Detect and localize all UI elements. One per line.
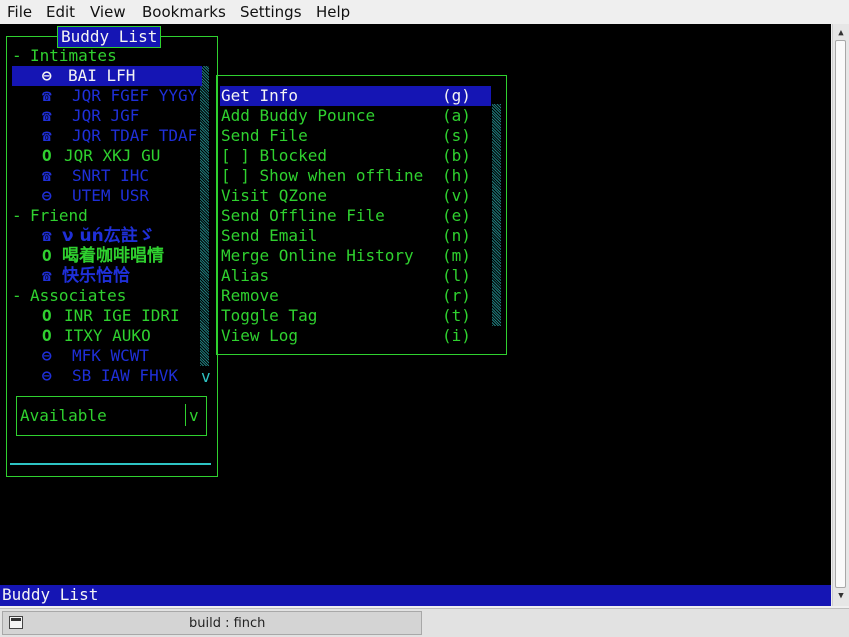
buddy-name: JQR JGF: [72, 106, 140, 125]
mobile-icon: ☎: [42, 266, 52, 285]
online-icon: O: [42, 326, 52, 345]
buddy-name: JQR XKJ GU: [64, 146, 161, 165]
menu-item-label[interactable]: Toggle Tag: [221, 306, 317, 326]
menu-item-view[interactable]: View: [90, 3, 126, 21]
buddy-name: MFK WCWT: [72, 346, 150, 365]
menu-item-shortcut: (i): [442, 326, 471, 345]
buddy-name: 快乐恰恰: [62, 266, 130, 286]
buddy-name: 喝着咖啡唱情: [62, 246, 164, 266]
menu-item-label[interactable]: Visit QZone: [221, 186, 327, 206]
menu-item-label[interactable]: Alias: [221, 266, 269, 286]
mobile-icon: ☎: [42, 226, 52, 245]
menu-item-label[interactable]: Send File: [221, 126, 308, 146]
buddy-name: ITXY AUKO: [64, 326, 151, 345]
menu-item-shortcut: (n): [442, 226, 471, 245]
away-icon: ⊖: [42, 346, 52, 365]
online-icon: O: [42, 146, 52, 165]
scroll-thumb[interactable]: [835, 40, 846, 588]
menu-item-label[interactable]: Merge Online History: [221, 246, 414, 266]
group-toggle-icon[interactable]: -: [12, 46, 22, 66]
menu-item-label[interactable]: View Log: [221, 326, 298, 346]
group-header[interactable]: Intimates: [30, 46, 117, 66]
context-menu-scrollbar[interactable]: [492, 104, 501, 326]
away-icon: ⊖: [42, 186, 52, 205]
menu-item-shortcut: (r): [442, 286, 471, 305]
terminal-area: Buddy List v Available v - Intimates ⊖ BAI …: [0, 24, 831, 606]
buddy-name: UTEM USR: [72, 186, 150, 205]
menu-item-bookmarks[interactable]: Bookmarks: [142, 3, 226, 21]
message-input-line[interactable]: [10, 463, 211, 465]
task-label: build : finch: [189, 616, 266, 631]
menu-item-label[interactable]: Send Offline File: [221, 206, 385, 226]
terminal-icon: [9, 616, 23, 629]
menu-item-help[interactable]: Help: [316, 3, 350, 21]
group-toggle-icon[interactable]: -: [12, 206, 22, 226]
menu-item-shortcut: (g): [442, 86, 471, 105]
more-indicator-icon: v: [201, 367, 211, 386]
menu-bar: File Edit View Bookmarks Settings Help: [0, 0, 849, 24]
away-icon: ⊖: [42, 366, 52, 385]
menu-item-shortcut: (b): [442, 146, 471, 165]
task-button[interactable]: build : finch: [2, 611, 422, 635]
mobile-icon: ☎: [42, 166, 52, 185]
status-divider: [185, 404, 186, 426]
status-value: Available: [20, 406, 107, 425]
group-header[interactable]: Friend: [30, 206, 88, 226]
online-icon: O: [42, 246, 52, 265]
buddy-name: ν ŭń厷註ゞ: [62, 226, 155, 246]
menu-item-shortcut: (h): [442, 166, 471, 185]
menu-item-shortcut: (m): [442, 246, 471, 265]
buddy-name: BAI LFH: [68, 66, 136, 85]
menu-item-label[interactable]: Send Email: [221, 226, 317, 246]
online-icon: O: [42, 306, 52, 325]
menu-item-file[interactable]: File: [7, 3, 32, 21]
menu-item-shortcut: (l): [442, 266, 471, 285]
menu-item-shortcut: (v): [442, 186, 471, 205]
menu-item-label[interactable]: Get Info: [221, 86, 298, 106]
menu-item-settings[interactable]: Settings: [240, 3, 302, 21]
statusbar-title: Buddy List: [2, 585, 99, 604]
buddy-name: SB IAW FHVK: [72, 366, 178, 385]
menu-item-shortcut: (a): [442, 106, 471, 125]
window-statusbar: Buddy List: [0, 585, 831, 606]
buddy-name: JQR FGEF YYGY: [72, 86, 198, 105]
scroll-up-icon[interactable]: ▲: [834, 26, 848, 40]
group-toggle-icon[interactable]: -: [12, 286, 22, 306]
buddy-name: INR IGE IDRI: [64, 306, 180, 325]
menu-item-label[interactable]: [ ] Blocked: [221, 146, 327, 166]
menu-item-edit[interactable]: Edit: [46, 3, 75, 21]
mobile-icon: ☎: [42, 86, 52, 105]
scroll-down-icon[interactable]: ▼: [834, 589, 848, 603]
buddy-name: JQR TDAF TDAF: [72, 126, 198, 145]
menu-item-label[interactable]: Remove: [221, 286, 279, 306]
mobile-icon: ☎: [42, 126, 52, 145]
buddy-list-scrollbar[interactable]: [200, 66, 209, 366]
group-header[interactable]: Associates: [30, 286, 126, 306]
status-dropdown-icon[interactable]: v: [189, 406, 199, 426]
menu-item-shortcut: (s): [442, 126, 471, 145]
menu-item-label[interactable]: Add Buddy Pounce: [221, 106, 375, 126]
menu-item-label[interactable]: [ ] Show when offline: [221, 166, 423, 186]
terminal-scrollbar[interactable]: ▲ ▼: [832, 24, 849, 606]
buddy-name: SNRT IHC: [72, 166, 150, 185]
buddy-list-title: Buddy List: [57, 26, 162, 48]
menu-item-shortcut: (e): [442, 206, 471, 225]
taskbar: build : finch: [0, 608, 849, 637]
menu-item-shortcut: (t): [442, 306, 471, 325]
away-icon: ⊖: [42, 66, 52, 85]
mobile-icon: ☎: [42, 106, 52, 125]
